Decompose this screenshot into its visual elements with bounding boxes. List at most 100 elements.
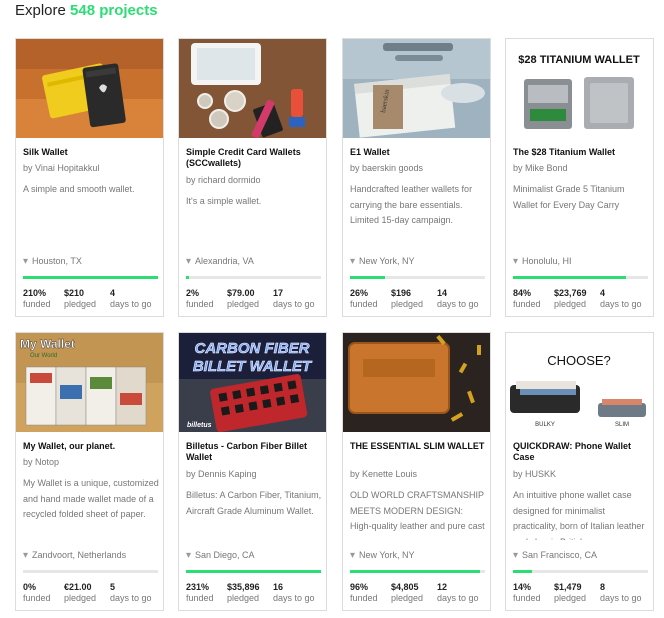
- project-author[interactable]: by HUSKK: [513, 469, 648, 480]
- project-title[interactable]: QUICKDRAW: Phone Wallet Case: [513, 441, 648, 463]
- project-blurb: It's a simple wallet.: [186, 196, 262, 206]
- project-card[interactable]: THE ESSENTIAL SLIM WALLET by Kenette Lou…: [342, 332, 491, 611]
- image-caption: CARBON FIBER: [195, 340, 310, 357]
- project-image[interactable]: My Wallet Our World: [16, 333, 163, 432]
- location-text: San Diego, CA: [195, 550, 255, 560]
- image-brand: billetus: [187, 422, 212, 429]
- project-title[interactable]: Silk Wallet: [23, 147, 158, 158]
- project-author[interactable]: by baerskin goods: [350, 163, 485, 174]
- project-location[interactable]: ▾ Alexandria, VA: [186, 256, 254, 267]
- image-caption: $28 TITANIUM WALLET: [518, 54, 640, 66]
- project-card[interactable]: baerskin E1 Wallet by baerskin goods Han…: [342, 38, 491, 317]
- image-label-slim: SLIM: [615, 422, 629, 428]
- project-card[interactable]: My Wallet Our World My Wallet, our plane…: [15, 332, 164, 611]
- project-image[interactable]: CHOOSE? BULKY SLIM: [506, 333, 653, 432]
- project-card[interactable]: $28 TITANIUM WALLET The $28 Titanium Wal…: [505, 38, 654, 317]
- project-image[interactable]: baerskin: [343, 39, 490, 138]
- project-title[interactable]: E1 Wallet: [350, 147, 485, 158]
- map-pin-icon: ▾: [186, 256, 192, 267]
- stat-pledged: $79.00 pledged: [227, 288, 260, 309]
- project-card[interactable]: CARBON FIBER BILLET WALLET billetus Bill…: [178, 332, 327, 611]
- project-card[interactable]: CHOOSE? BULKY SLIM QUICKDRAW: Phone Wall…: [505, 332, 654, 611]
- project-author[interactable]: by Kenette Louis: [350, 469, 485, 480]
- map-pin-icon: ▾: [186, 550, 192, 561]
- funding-progress-bar: [23, 276, 158, 279]
- stat-pledged: $210 pledged: [64, 288, 97, 309]
- stat-days-to-go: 4 days to go: [600, 288, 642, 309]
- project-location[interactable]: ▾ San Diego, CA: [186, 550, 255, 561]
- stat-funded: 14% funded: [513, 582, 541, 603]
- project-author[interactable]: by Dennis Kaping: [186, 469, 321, 480]
- project-author[interactable]: by Mike Bond: [513, 163, 648, 174]
- project-location[interactable]: ▾ New York, NY: [350, 256, 415, 267]
- map-pin-icon: ▾: [23, 550, 29, 561]
- stat-pledged: $196 pledged: [391, 288, 424, 309]
- project-title[interactable]: The $28 Titanium Wallet: [513, 147, 648, 158]
- location-text: New York, NY: [359, 550, 415, 560]
- stat-funded: 84% funded: [513, 288, 541, 309]
- stat-pledged: €21.00 pledged: [64, 582, 97, 603]
- project-image[interactable]: [16, 39, 163, 138]
- project-blurb: Handcrafted leather wallets for carrying…: [350, 184, 473, 225]
- project-image[interactable]: [179, 39, 326, 138]
- location-text: Houston, TX: [32, 256, 82, 266]
- stat-days-to-go: 17 days to go: [273, 288, 315, 309]
- stat-days-to-go: 5 days to go: [110, 582, 152, 603]
- map-pin-icon: ▾: [513, 550, 519, 561]
- project-blurb: An intuitive phone wallet case designed …: [513, 490, 645, 540]
- stat-pledged: $1,479 pledged: [554, 582, 587, 603]
- stat-pledged: $23,769 pledged: [554, 288, 587, 309]
- stat-funded: 210% funded: [23, 288, 51, 309]
- funding-progress-bar: [350, 570, 485, 573]
- project-title[interactable]: Billetus - Carbon Fiber Billet Wallet: [186, 441, 321, 463]
- map-pin-icon: ▾: [350, 550, 356, 561]
- location-text: San Francisco, CA: [522, 550, 598, 560]
- project-author[interactable]: by Notop: [23, 457, 158, 468]
- project-count[interactable]: 548 projects: [70, 2, 158, 19]
- project-location[interactable]: ▾ New York, NY: [350, 550, 415, 561]
- stat-days-to-go: 12 days to go: [437, 582, 479, 603]
- project-blurb: Minimalist Grade 5 Titanium Wallet for E…: [513, 184, 625, 210]
- funding-progress-bar: [513, 276, 648, 279]
- stat-pledged: $35,896 pledged: [227, 582, 260, 603]
- project-blurb: Billetus: A Carbon Fiber, Titanium, Airc…: [186, 490, 322, 516]
- funding-progress-bar: [23, 570, 158, 573]
- project-card[interactable]: Silk Wallet by Vinai Hopitakkul A simple…: [15, 38, 164, 317]
- stat-days-to-go: 8 days to go: [600, 582, 642, 603]
- image-caption-2: BILLET WALLET: [193, 358, 313, 375]
- image-caption: My Wallet: [20, 337, 75, 351]
- funding-progress-bar: [186, 570, 321, 573]
- project-blurb: A simple and smooth wallet.: [23, 184, 135, 194]
- project-card[interactable]: Simple Credit Card Wallets (SCCwallets) …: [178, 38, 327, 317]
- project-image[interactable]: $28 TITANIUM WALLET: [506, 39, 653, 138]
- stat-days-to-go: 4 days to go: [110, 288, 152, 309]
- project-author[interactable]: by Vinai Hopitakkul: [23, 163, 158, 174]
- project-title[interactable]: Simple Credit Card Wallets (SCCwallets): [186, 147, 321, 169]
- project-location[interactable]: ▾ Zandvoort, Netherlands: [23, 550, 126, 561]
- location-text: Honolulu, HI: [522, 256, 572, 266]
- project-title[interactable]: My Wallet, our planet.: [23, 441, 158, 452]
- image-subcaption: Our World: [30, 353, 57, 359]
- project-location[interactable]: ▾ Honolulu, HI: [513, 256, 572, 267]
- project-location[interactable]: ▾ Houston, TX: [23, 256, 82, 267]
- project-blurb: OLD WORLD CRAFTSMANSHIP MEETS MODERN DES…: [350, 490, 485, 531]
- location-text: New York, NY: [359, 256, 415, 266]
- location-text: Zandvoort, Netherlands: [32, 550, 127, 560]
- project-title[interactable]: THE ESSENTIAL SLIM WALLET: [350, 441, 485, 452]
- stat-days-to-go: 14 days to go: [437, 288, 479, 309]
- stat-funded: 0% funded: [23, 582, 51, 603]
- stat-funded: 96% funded: [350, 582, 378, 603]
- stat-funded: 26% funded: [350, 288, 378, 309]
- stat-funded: 231% funded: [186, 582, 214, 603]
- project-image[interactable]: [343, 333, 490, 432]
- project-location[interactable]: ▾ San Francisco, CA: [513, 550, 597, 561]
- explore-label: Explore: [15, 2, 66, 19]
- explore-header: Explore 548 projects: [15, 2, 158, 19]
- map-pin-icon: ▾: [513, 256, 519, 267]
- image-caption: CHOOSE?: [547, 353, 611, 368]
- stat-funded: 2% funded: [186, 288, 214, 309]
- project-blurb: My Wallet is a unique, customized and ha…: [23, 478, 159, 519]
- stat-days-to-go: 16 days to go: [273, 582, 315, 603]
- project-author[interactable]: by richard dormido: [186, 175, 321, 186]
- project-image[interactable]: CARBON FIBER BILLET WALLET billetus: [179, 333, 326, 432]
